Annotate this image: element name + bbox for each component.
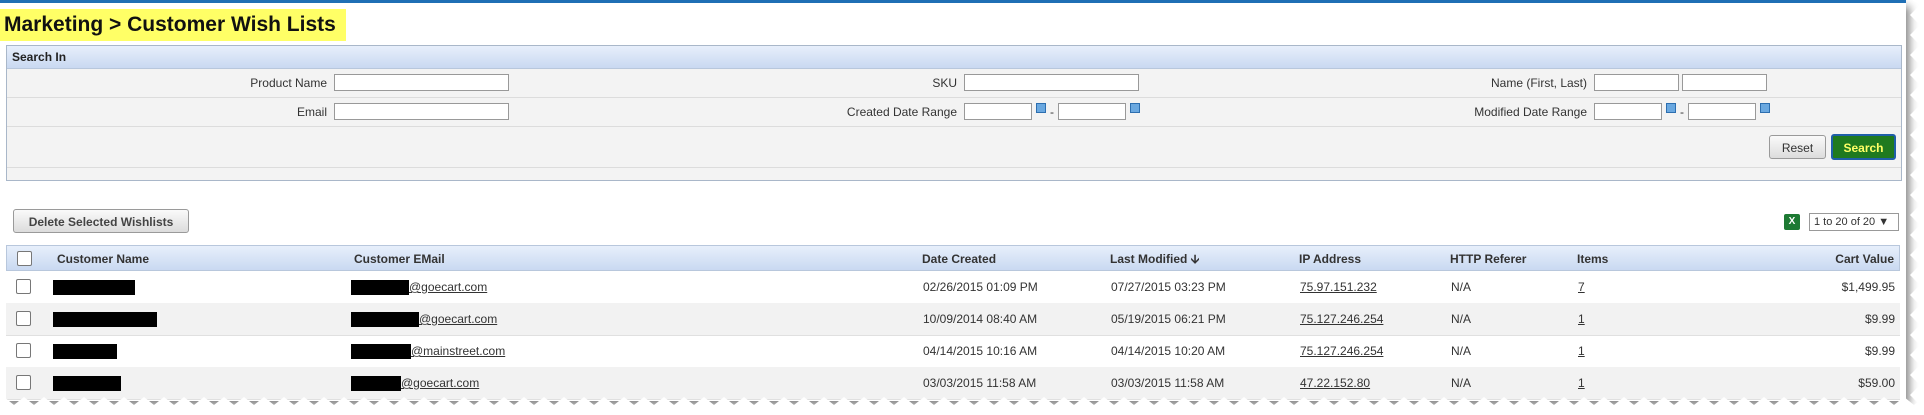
customer-email[interactable]: @goecart.com: [351, 271, 487, 303]
search-actions-row: Reset Search: [7, 127, 1901, 168]
grid-header: Customer Name Customer EMail Date Create…: [6, 245, 1900, 271]
customer-name-redacted: [53, 335, 117, 367]
first-name-input[interactable]: [1594, 74, 1679, 91]
email-link[interactable]: @mainstreet.com: [411, 344, 505, 358]
reset-button[interactable]: Reset: [1769, 135, 1826, 159]
date-created: 02/26/2015 01:09 PM: [923, 280, 1038, 294]
calendar-icon[interactable]: [1760, 103, 1770, 113]
excel-icon[interactable]: X: [1784, 214, 1800, 230]
email-link[interactable]: @goecart.com: [419, 312, 497, 326]
http-referer: N/A: [1451, 312, 1472, 326]
torn-edge-bottom: [0, 397, 1924, 415]
ip-address-link[interactable]: 75.127.246.254: [1300, 303, 1383, 335]
items-link[interactable]: 7: [1578, 271, 1585, 303]
customer-name-redacted: [53, 303, 157, 335]
search-panel-header: Search In: [7, 46, 1901, 69]
items-link[interactable]: 1: [1578, 303, 1585, 335]
col-items[interactable]: Items: [1577, 246, 1608, 272]
customer-name-redacted: [53, 271, 135, 303]
calendar-icon[interactable]: [1036, 103, 1046, 113]
ip-address-link[interactable]: 75.127.246.254: [1300, 335, 1383, 367]
search-row-2: Email Created Date Range - Modified Date…: [7, 98, 1901, 127]
table-row: @goecart.com 02/26/2015 01:09 PM 07/27/2…: [6, 271, 1900, 304]
sku-label: SKU: [932, 76, 957, 90]
last-name-input[interactable]: [1682, 74, 1767, 91]
app-window: Marketing > Customer Wish Lists Search I…: [0, 0, 1906, 401]
http-referer: N/A: [1451, 344, 1472, 358]
customer-email[interactable]: @goecart.com: [351, 303, 497, 335]
col-cart-value[interactable]: Cart Value: [1835, 246, 1894, 272]
customer-name-label: Name (First, Last): [1490, 76, 1587, 90]
col-http-referer[interactable]: HTTP Referer: [1450, 246, 1526, 272]
col-date-created[interactable]: Date Created: [922, 246, 996, 272]
email-label: Email: [296, 105, 327, 119]
created-to-input[interactable]: [1058, 103, 1126, 120]
range-separator: -: [1050, 105, 1054, 119]
modified-to-input[interactable]: [1688, 103, 1756, 120]
pager-select[interactable]: 1 to 20 of 20 ▼: [1809, 213, 1899, 231]
table-row: @goecart.com 10/09/2014 08:40 AM 05/19/2…: [6, 303, 1900, 336]
search-button[interactable]: Search: [1831, 134, 1896, 160]
col-customer-email[interactable]: Customer EMail: [354, 246, 445, 272]
row-checkbox[interactable]: [16, 343, 31, 358]
torn-edge-right: [1910, 0, 1924, 415]
page-title: Marketing > Customer Wish Lists: [0, 9, 346, 41]
cart-value: $9.99: [1864, 344, 1895, 358]
calendar-icon[interactable]: [1666, 103, 1676, 113]
ip-address-link[interactable]: 75.97.151.232: [1300, 271, 1377, 303]
select-all-checkbox[interactable]: [17, 251, 32, 266]
product-name-input[interactable]: [334, 74, 509, 91]
customer-email[interactable]: @mainstreet.com: [351, 335, 505, 367]
date-created: 04/14/2015 10:16 AM: [923, 344, 1038, 358]
last-modified-label: Last Modified: [1110, 252, 1188, 266]
email-link[interactable]: @goecart.com: [409, 280, 487, 294]
col-ip-address[interactable]: IP Address: [1299, 246, 1361, 272]
email-input[interactable]: [334, 103, 509, 120]
created-date-range-label: Created Date Range: [846, 105, 957, 119]
created-from-input[interactable]: [964, 103, 1032, 120]
row-checkbox[interactable]: [16, 375, 31, 390]
wishlist-grid: Customer Name Customer EMail Date Create…: [6, 245, 1900, 401]
calendar-icon[interactable]: [1130, 103, 1140, 113]
table-row: @mainstreet.com 04/14/2015 10:16 AM 04/1…: [6, 335, 1900, 368]
last-modified: 04/14/2015 10:20 AM: [1111, 344, 1226, 358]
last-modified: 05/19/2015 06:21 PM: [1111, 312, 1226, 326]
sku-input[interactable]: [964, 74, 1139, 91]
sort-desc-icon: 🡫: [1190, 252, 1200, 266]
search-panel: Search In Product Name SKU Name (First, …: [6, 45, 1902, 181]
col-customer-name[interactable]: Customer Name: [57, 246, 149, 272]
product-name-label: Product Name: [250, 76, 327, 90]
search-row-1: Product Name SKU Name (First, Last): [7, 69, 1901, 98]
row-checkbox[interactable]: [16, 279, 31, 294]
cart-value: $9.99: [1864, 312, 1895, 326]
delete-selected-wishlists-button[interactable]: Delete Selected Wishlists: [13, 209, 189, 233]
date-created: 10/09/2014 08:40 AM: [923, 312, 1038, 326]
http-referer: N/A: [1451, 280, 1472, 294]
items-link[interactable]: 1: [1578, 335, 1585, 367]
last-modified: 07/27/2015 03:23 PM: [1111, 280, 1226, 294]
range-separator: -: [1680, 105, 1684, 119]
col-last-modified[interactable]: Last Modified 🡫: [1110, 246, 1199, 272]
row-checkbox[interactable]: [16, 311, 31, 326]
cart-value: $1,499.95: [1841, 280, 1895, 294]
modified-date-range-label: Modified Date Range: [1474, 105, 1587, 119]
email-link[interactable]: @goecart.com: [401, 376, 479, 390]
modified-from-input[interactable]: [1594, 103, 1662, 120]
